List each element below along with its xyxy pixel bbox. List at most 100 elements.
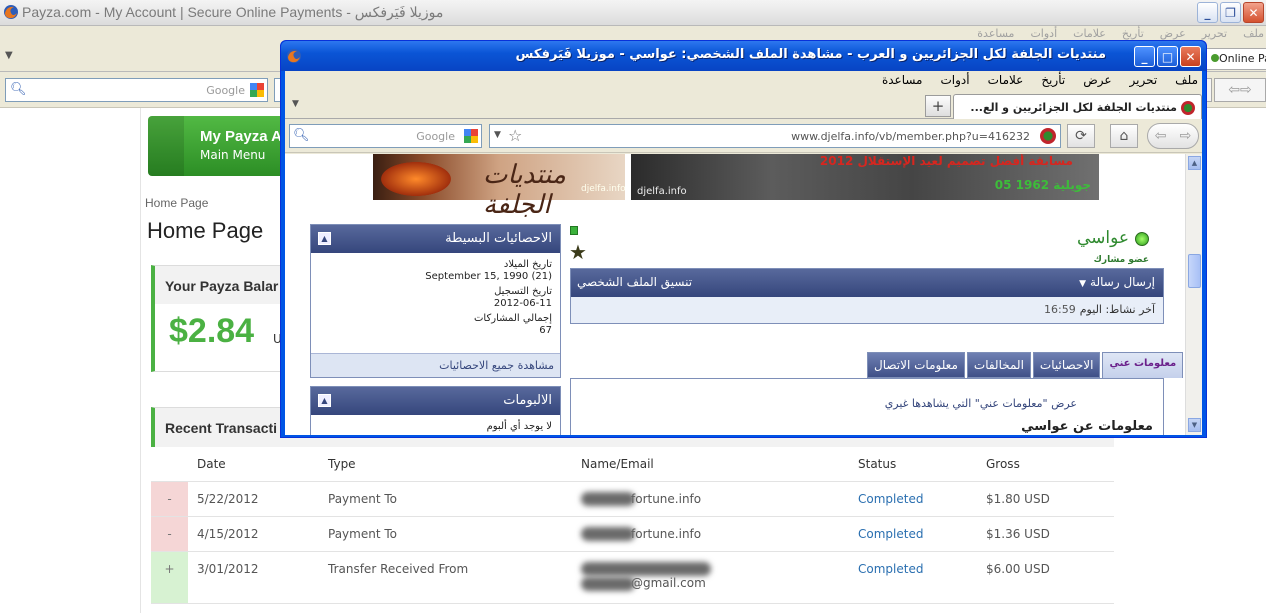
payza-favicon-icon bbox=[1211, 54, 1219, 62]
google-icon[interactable] bbox=[250, 83, 264, 97]
row-status[interactable]: Completed bbox=[857, 481, 985, 517]
url-bar[interactable]: ▼ ☆ www.djelfa.info/vb/member.php?u=4162… bbox=[489, 124, 1061, 148]
search-icon: 🔍︎ bbox=[293, 128, 310, 143]
username: عواسي bbox=[1076, 228, 1129, 248]
column-status[interactable]: Status bbox=[857, 447, 985, 482]
column-date[interactable]: Date bbox=[196, 447, 327, 482]
tab-djelfa[interactable]: منتديات الجلفة لكل الجزائريين و الع... bbox=[953, 94, 1202, 119]
bookmark-star-icon[interactable]: ☆ bbox=[508, 126, 522, 145]
url-history-chevron-icon[interactable]: ▼ bbox=[494, 130, 501, 140]
column-name-email[interactable]: Name/Email bbox=[580, 447, 857, 482]
site-identity-icon[interactable] bbox=[1040, 128, 1056, 144]
tab-list-chevron-icon[interactable]: ▼ bbox=[292, 99, 299, 109]
menu-bookmarks[interactable]: علامات bbox=[988, 73, 1024, 87]
scroll-down-icon[interactable]: ▼ bbox=[1188, 418, 1201, 432]
simple-stats-panel: الاحصائيات البسيطة ▲ تاريخ الميلاد (Sept… bbox=[310, 224, 561, 378]
redacted-blur bbox=[581, 492, 635, 506]
table-row[interactable]: - 4/15/2012 Payment To fortune.info Comp… bbox=[151, 516, 1114, 552]
last-activity: آخر نشاط: اليوم16:59 bbox=[1044, 303, 1155, 316]
background-search-box[interactable]: 🔍︎ Google bbox=[5, 78, 268, 102]
restore-button[interactable]: ❐ bbox=[1220, 2, 1241, 23]
minimize-button[interactable]: _ bbox=[1197, 2, 1218, 23]
redacted-blur bbox=[581, 576, 635, 591]
forward-icon[interactable]: ⇨ bbox=[1180, 128, 1192, 144]
close-button[interactable]: ✕ bbox=[1180, 46, 1201, 67]
tab-infractions[interactable]: المخالفات bbox=[966, 352, 1031, 378]
home-button[interactable]: ⌂ bbox=[1110, 124, 1138, 148]
table-row[interactable]: - 5/22/2012 Payment To fortune.info Comp… bbox=[151, 481, 1114, 517]
column-type[interactable]: Type bbox=[327, 447, 580, 482]
popup-search-box[interactable]: 🔍︎ Google bbox=[289, 124, 482, 148]
popup-browser-window: منتديات الجلفة لكل الجزائريين و العرب - … bbox=[280, 40, 1207, 438]
tab-about-me[interactable]: معلومات عني bbox=[1102, 352, 1184, 378]
menu-tools[interactable]: أدوات bbox=[1030, 27, 1057, 40]
tab-list-chevron-icon[interactable]: ▼ bbox=[5, 50, 13, 61]
my-payza-menu-header[interactable]: My Payza A Main Menu bbox=[148, 116, 288, 176]
sidebar-divider bbox=[140, 108, 141, 613]
status-marker-icon bbox=[570, 226, 578, 235]
search-engine-label: Google bbox=[206, 84, 245, 97]
djelfa-favicon-icon bbox=[1181, 101, 1195, 115]
menu-file[interactable]: ملف bbox=[1175, 73, 1198, 87]
back-forward-button[interactable]: ⇦⇨ bbox=[1214, 78, 1266, 102]
popup-menubar: ملف تحرير عرض تأريخ علامات أدوات مساعدة bbox=[285, 71, 1202, 91]
row-status[interactable]: Completed bbox=[857, 551, 985, 604]
popup-window-title: منتديات الجلفة لكل الجزائريين و العرب - … bbox=[515, 47, 1106, 62]
menu-file[interactable]: ملف bbox=[1243, 27, 1264, 40]
menu-edit[interactable]: تحرير bbox=[1202, 27, 1227, 40]
reload-button[interactable]: ⟳ bbox=[1067, 124, 1095, 148]
new-tab-button[interactable]: + bbox=[925, 95, 951, 117]
view-all-stats-link[interactable]: مشاهدة جميع الاحصائيات bbox=[311, 353, 560, 377]
tab-contact-info[interactable]: معلومات الاتصال bbox=[867, 352, 965, 378]
menu-tools[interactable]: أدوات bbox=[941, 73, 970, 87]
about-subtitle[interactable]: عرض "معلومات عني" التي يشاهدها غيري bbox=[885, 397, 1077, 410]
menu-help[interactable]: مساعدة bbox=[977, 27, 1014, 40]
back-icon[interactable]: ⇦ bbox=[1155, 128, 1167, 144]
column-sign bbox=[151, 447, 188, 482]
menu-view[interactable]: عرض bbox=[1160, 27, 1186, 40]
menu-bookmarks[interactable]: علامات bbox=[1073, 27, 1106, 40]
row-gross: $1.80 USD bbox=[985, 481, 1114, 517]
row-status[interactable]: Completed bbox=[857, 516, 985, 552]
send-message-button[interactable]: إرسال رسالة▼ bbox=[1079, 275, 1155, 289]
minimize-button[interactable]: _ bbox=[1134, 46, 1155, 67]
contest-banner[interactable]: مسابقة أفضل تصميم لعيد الإستقلال 2012 05… bbox=[631, 154, 1099, 200]
row-type: Transfer Received From bbox=[327, 551, 580, 604]
row-date: 4/15/2012 bbox=[196, 516, 327, 552]
maximize-button[interactable]: □ bbox=[1157, 46, 1178, 67]
vertical-scrollbar[interactable]: ▲ ▼ bbox=[1185, 154, 1202, 435]
tab-payza[interactable]: Online Pay bbox=[1204, 48, 1266, 70]
back-forward-button[interactable]: ⇦⇨ bbox=[1147, 123, 1199, 149]
collapse-icon[interactable]: ▲ bbox=[318, 394, 331, 407]
menu-view[interactable]: عرض bbox=[1083, 73, 1111, 87]
column-gross[interactable]: Gross bbox=[985, 447, 1114, 482]
url-text[interactable]: www.djelfa.info/vb/member.php?u=416232 bbox=[791, 130, 1030, 143]
popup-page-content: منتديات الجلفة djelfa.info مسابقة أفضل ت… bbox=[285, 154, 1185, 435]
menu-edit[interactable]: تحرير bbox=[1130, 73, 1158, 87]
forum-logo-banner[interactable]: منتديات الجلفة djelfa.info bbox=[373, 154, 626, 220]
albums-panel: الالبومات ▲ لا يوجد أي ألبوم bbox=[310, 386, 561, 435]
panel-header: الاحصائيات البسيطة ▲ bbox=[311, 225, 560, 253]
firefox-icon bbox=[287, 49, 301, 63]
user-rank: عضو مشارك bbox=[1093, 255, 1149, 265]
menu-help[interactable]: مساعدة bbox=[882, 73, 923, 87]
transactions-table: Date Type Name/Email Status Gross - 5/22… bbox=[151, 447, 1114, 604]
google-icon[interactable] bbox=[464, 129, 478, 143]
page-title: Home Page bbox=[147, 218, 264, 243]
profile-style-link[interactable]: تنسيق الملف الشخصي bbox=[577, 275, 692, 289]
tab-statistics[interactable]: الاحصائيات bbox=[1032, 352, 1101, 378]
background-window-titlebar: Payza.com - My Account | Secure Online P… bbox=[0, 0, 1266, 26]
menu-history[interactable]: تأريخ bbox=[1122, 27, 1144, 40]
row-email: fortune.info bbox=[580, 481, 857, 517]
menu-history[interactable]: تأريخ bbox=[1041, 73, 1065, 87]
breadcrumb[interactable]: Home Page bbox=[145, 196, 208, 210]
scroll-up-icon[interactable]: ▲ bbox=[1188, 156, 1201, 170]
popup-titlebar[interactable]: منتديات الجلفة لكل الجزائريين و العرب - … bbox=[281, 41, 1206, 71]
scroll-thumb[interactable] bbox=[1188, 254, 1201, 288]
redacted-blur bbox=[581, 562, 711, 576]
balance-label: Your Payza Balar bbox=[155, 266, 290, 304]
close-button[interactable]: ✕ bbox=[1243, 2, 1264, 23]
row-type: Payment To bbox=[327, 481, 580, 517]
collapse-icon[interactable]: ▲ bbox=[318, 232, 331, 245]
table-row[interactable]: + 3/01/2012 Transfer Received From @gmai… bbox=[151, 551, 1114, 604]
